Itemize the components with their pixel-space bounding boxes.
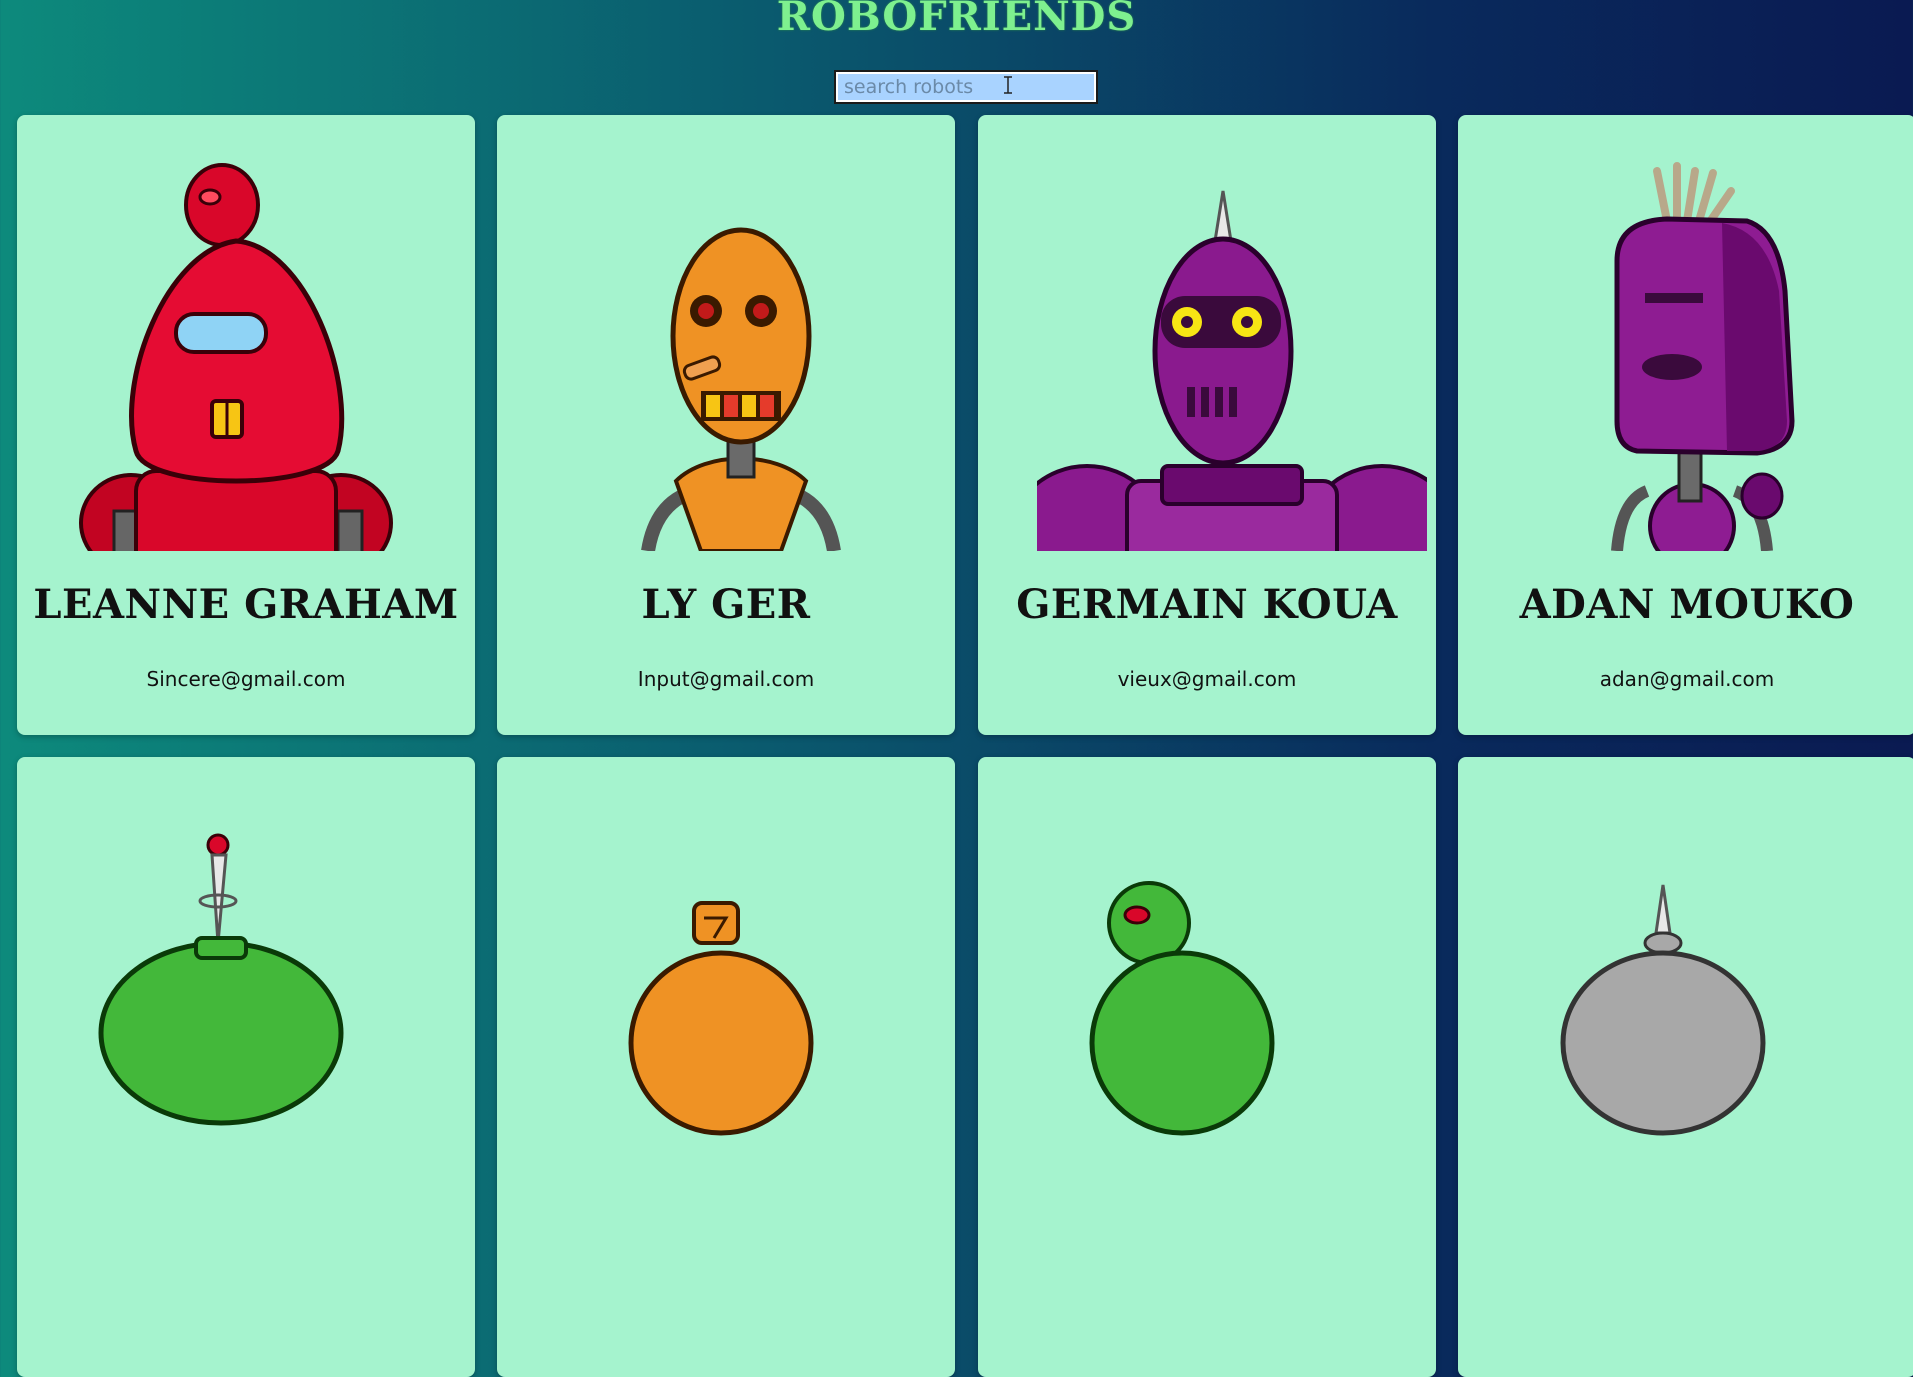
robot-avatar-image	[1611, 162, 1795, 551]
robot-avatar-image	[98, 833, 344, 1126]
robot-avatar-image	[628, 901, 814, 1136]
robot-card[interactable]: ADAN MOUKO adan@gmail.com	[1458, 115, 1913, 735]
robot-card[interactable]: GERMAIN KOUA vieux@gmail.com	[978, 115, 1436, 735]
robot-avatar-image	[641, 227, 841, 551]
robot-card[interactable]: LY GER Input@gmail.com	[497, 115, 955, 735]
search-input[interactable]	[834, 70, 1098, 104]
robot-name: LEANNE GRAHAM	[33, 581, 459, 628]
robot-name: GERMAIN KOUA	[1016, 581, 1398, 628]
text-cursor-icon	[1004, 76, 1012, 94]
robot-name: ADAN MOUKO	[1519, 581, 1855, 628]
robot-email: vieux@gmail.com	[1117, 667, 1297, 691]
robot-card[interactable]	[17, 757, 475, 1377]
robot-card[interactable]	[497, 757, 955, 1377]
robot-card[interactable]	[1458, 757, 1913, 1377]
page-title: ROBOFRIENDS	[776, 0, 1137, 40]
robot-email: Sincere@gmail.com	[146, 667, 346, 691]
robot-avatar-image	[79, 163, 393, 551]
robot-avatar-image	[1089, 881, 1275, 1136]
robot-email: Input@gmail.com	[637, 667, 815, 691]
robot-name: LY GER	[641, 581, 811, 628]
robot-avatar-image	[1037, 190, 1427, 551]
robot-card[interactable]: LEANNE GRAHAM Sincere@gmail.com	[17, 115, 475, 735]
robot-card[interactable]	[978, 757, 1436, 1377]
robot-email: adan@gmail.com	[1599, 667, 1775, 691]
robot-avatar-image	[1560, 884, 1766, 1136]
